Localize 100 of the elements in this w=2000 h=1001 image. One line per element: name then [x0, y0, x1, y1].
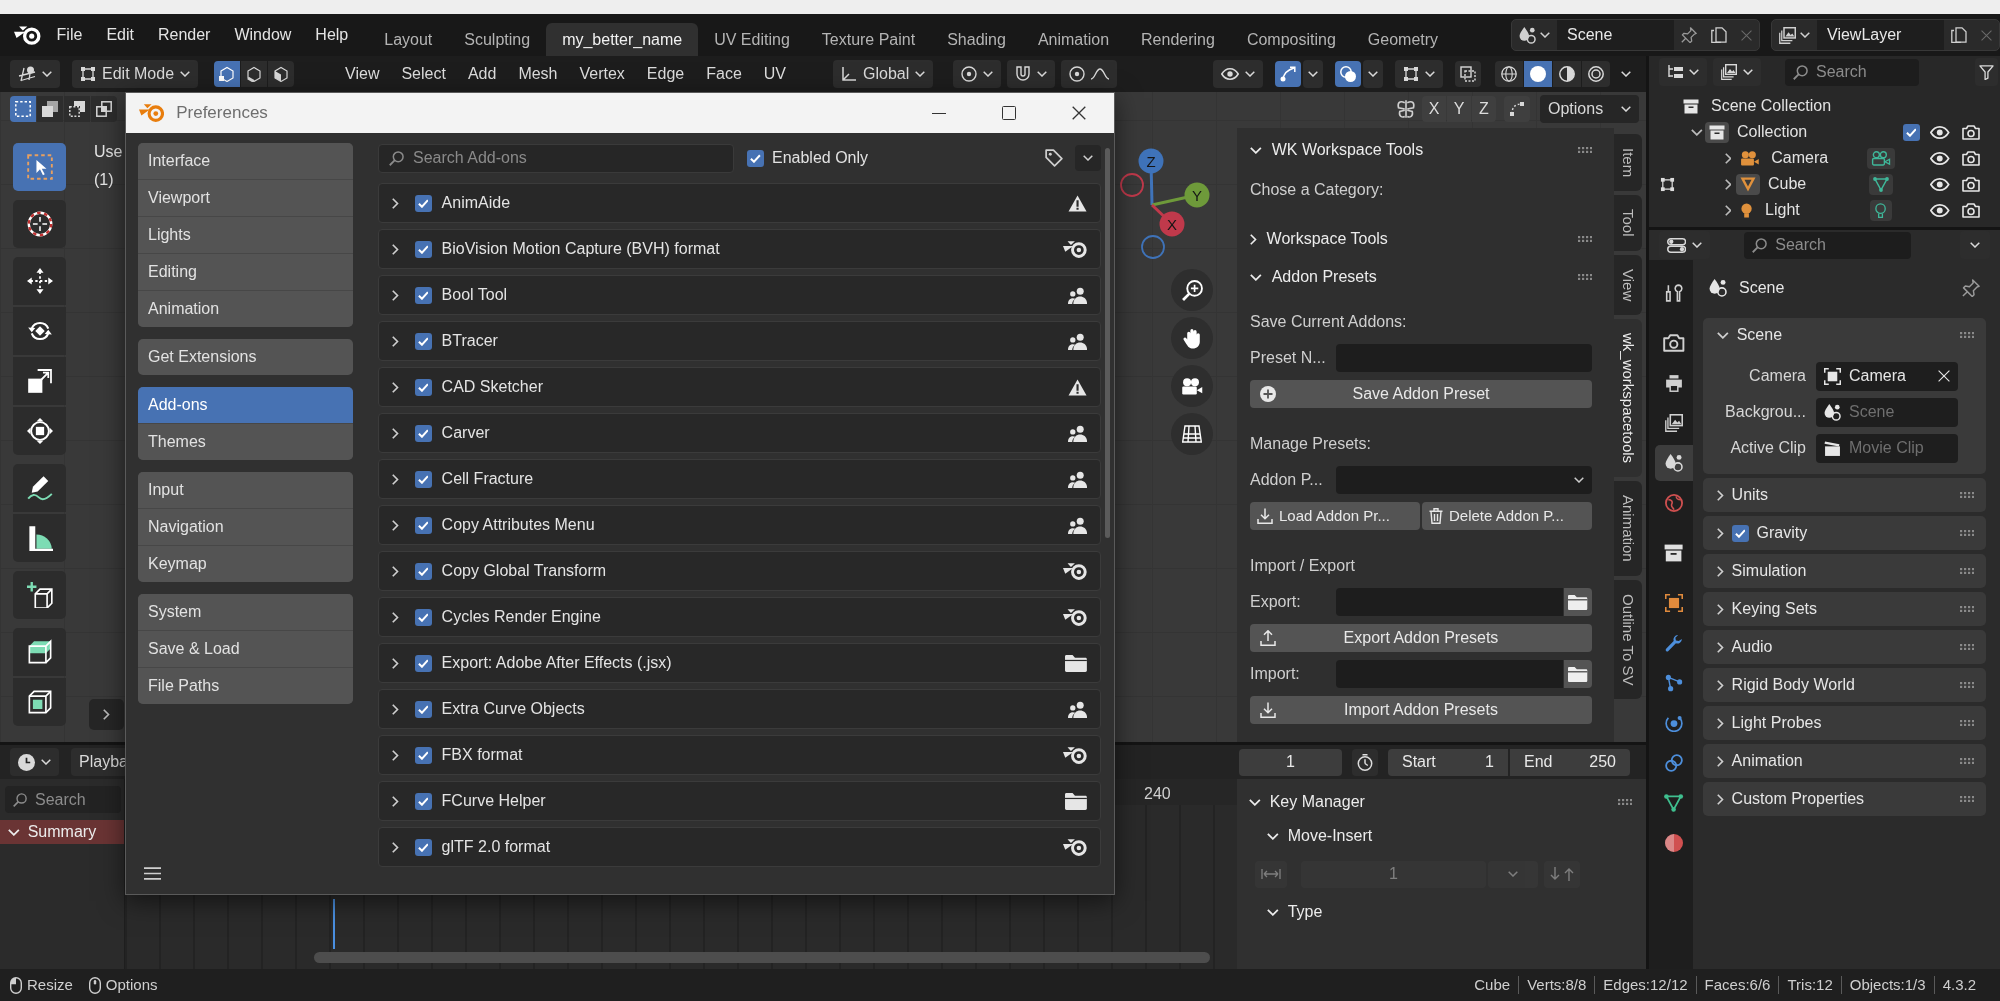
checkbox[interactable]	[1731, 524, 1749, 542]
properties-tab[interactable]	[1655, 445, 1693, 481]
chevron-right-icon[interactable]	[1717, 489, 1724, 501]
minimize-icon[interactable]	[932, 112, 946, 114]
outliner-item[interactable]: Collection	[1737, 122, 1808, 142]
step-buttons[interactable]	[1255, 860, 1287, 888]
chevron-right-icon[interactable]	[1724, 152, 1732, 164]
chevron-right-icon[interactable]	[1717, 641, 1724, 653]
search-field[interactable]: Search	[1744, 231, 1912, 259]
drag-handle-icon[interactable]	[1959, 720, 1974, 726]
search-field[interactable]: Search Add-ons	[378, 143, 734, 173]
menu-item[interactable]: Add	[456, 64, 508, 84]
camera-icon[interactable]	[1962, 176, 1980, 192]
chevron-right-icon[interactable]	[392, 657, 399, 669]
addon-row[interactable]: AnimAide	[378, 183, 1101, 223]
perspective-toggle-button[interactable]	[1171, 413, 1213, 455]
drag-handle-icon[interactable]	[1959, 492, 1974, 498]
drag-handle-icon[interactable]	[1959, 644, 1974, 650]
scene-icon[interactable]	[1519, 26, 1536, 44]
chevron-right-icon[interactable]	[1717, 717, 1724, 729]
file-browse-button[interactable]	[1564, 588, 1592, 616]
shading-mode-button[interactable]	[1495, 61, 1523, 87]
close-icon[interactable]	[1072, 106, 1086, 120]
mode-dropdown[interactable]: Edit Mode	[72, 60, 199, 88]
xray-toggle[interactable]	[1455, 61, 1481, 87]
addon-row[interactable]: Bool Tool	[378, 275, 1101, 315]
chevron-down-icon[interactable]	[1717, 331, 1729, 339]
snap-dropdown[interactable]	[1007, 60, 1056, 88]
collection-box-icon[interactable]	[1705, 121, 1729, 143]
menu-item[interactable]: UV	[752, 64, 798, 84]
addon-row[interactable]: Cell Fracture	[378, 459, 1101, 499]
chevron-down-icon[interactable]	[1691, 128, 1703, 136]
tool-button[interactable]	[13, 571, 66, 619]
tool-button[interactable]	[13, 678, 66, 726]
gizmo-toggle[interactable]	[1275, 61, 1301, 87]
axis-handle[interactable]: Y	[1151, 182, 1210, 208]
file-browse-button[interactable]	[1564, 660, 1592, 688]
camera-data-icon[interactable]	[1867, 147, 1895, 169]
addon-row[interactable]: Export: Adobe After Effects (.jsx)	[378, 643, 1101, 683]
chevron-right-icon[interactable]	[1724, 178, 1732, 190]
menu-item[interactable]: Mesh	[507, 64, 569, 84]
workspace-tab[interactable]: Animation	[1021, 23, 1126, 56]
workspace-tab[interactable]: Shading	[931, 23, 1022, 56]
name-field[interactable]: ViewLayer	[1817, 20, 1944, 50]
box-mode-button[interactable]	[64, 96, 90, 122]
nav-item[interactable]: Animation	[138, 291, 353, 327]
sidebar-tab[interactable]: wk_workspacetools	[1614, 318, 1642, 478]
chevron-right-icon[interactable]	[1717, 527, 1724, 539]
menu-item[interactable]: View	[334, 64, 391, 84]
drag-handle-icon[interactable]	[1959, 530, 1974, 536]
proportional-edit-button[interactable]	[1061, 60, 1118, 88]
object-field[interactable]: Camera	[1816, 361, 1958, 391]
drag-handle-icon[interactable]	[1577, 236, 1592, 242]
chevron-right-icon[interactable]	[392, 335, 399, 347]
outliner-item[interactable]: Cube	[1768, 174, 1807, 194]
mirror-axis-toggle[interactable]: X	[1422, 96, 1446, 122]
addon-row[interactable]: Copy Attributes Menu	[378, 505, 1101, 545]
checkbox[interactable]	[747, 149, 764, 167]
select-mode-button[interactable]	[268, 61, 295, 87]
checkbox[interactable]	[414, 654, 432, 672]
panel-expand-button[interactable]	[89, 699, 124, 730]
auto-keying-button[interactable]	[1352, 748, 1378, 776]
checkbox[interactable]	[414, 194, 432, 212]
select-mode-button[interactable]	[241, 61, 268, 87]
gizmo-menu-button[interactable]	[1303, 60, 1323, 88]
view-layer-dropdown[interactable]	[1713, 58, 1761, 86]
editor-type-button[interactable]	[10, 748, 59, 776]
chevron-right-icon[interactable]	[1717, 793, 1724, 805]
tool-button[interactable]	[13, 307, 66, 355]
checkbox[interactable]	[414, 838, 432, 856]
drag-handle-icon[interactable]	[1959, 332, 1974, 338]
pivot-dropdown[interactable]	[953, 60, 1002, 88]
display-mode-dropdown[interactable]	[1659, 58, 1707, 86]
checkbox[interactable]	[414, 700, 432, 718]
menu-item[interactable]: File	[44, 20, 95, 50]
auto-merge-toggle[interactable]	[1504, 96, 1530, 122]
addon-row[interactable]: Copy Global Transform	[378, 551, 1101, 591]
app-logo-icon[interactable]	[14, 25, 41, 45]
outliner-item[interactable]: Camera	[1771, 148, 1829, 168]
chevron-right-icon[interactable]	[1724, 204, 1732, 216]
nav-item[interactable]: Themes	[138, 424, 353, 460]
mesh-overlay-dropdown[interactable]	[1395, 60, 1443, 88]
move-keys-buttons[interactable]	[1544, 860, 1580, 888]
menu-item[interactable]: Vertex	[568, 64, 636, 84]
sidebar-tab[interactable]: View	[1614, 254, 1642, 315]
outliner-item[interactable]: Light	[1765, 200, 1800, 220]
tool-button[interactable]	[13, 357, 66, 405]
horizontal-scrollbar[interactable]	[314, 952, 1210, 963]
menu-item[interactable]: Window	[222, 20, 304, 50]
workspace-tab[interactable]: Layout	[368, 23, 449, 56]
overlay-toggle[interactable]	[1335, 61, 1361, 87]
camera-icon[interactable]	[1962, 150, 1980, 166]
checkbox[interactable]	[414, 332, 432, 350]
workspace-tab[interactable]: Sculpting	[448, 23, 547, 56]
chevron-right-icon[interactable]	[1717, 755, 1724, 767]
checkbox[interactable]	[414, 746, 432, 764]
menu-item[interactable]: Edge	[635, 64, 696, 84]
channel-row[interactable]: Summary	[0, 820, 124, 844]
workspace-tab[interactable]: Rendering	[1125, 23, 1231, 56]
overlay-menu-button[interactable]	[1363, 60, 1383, 88]
